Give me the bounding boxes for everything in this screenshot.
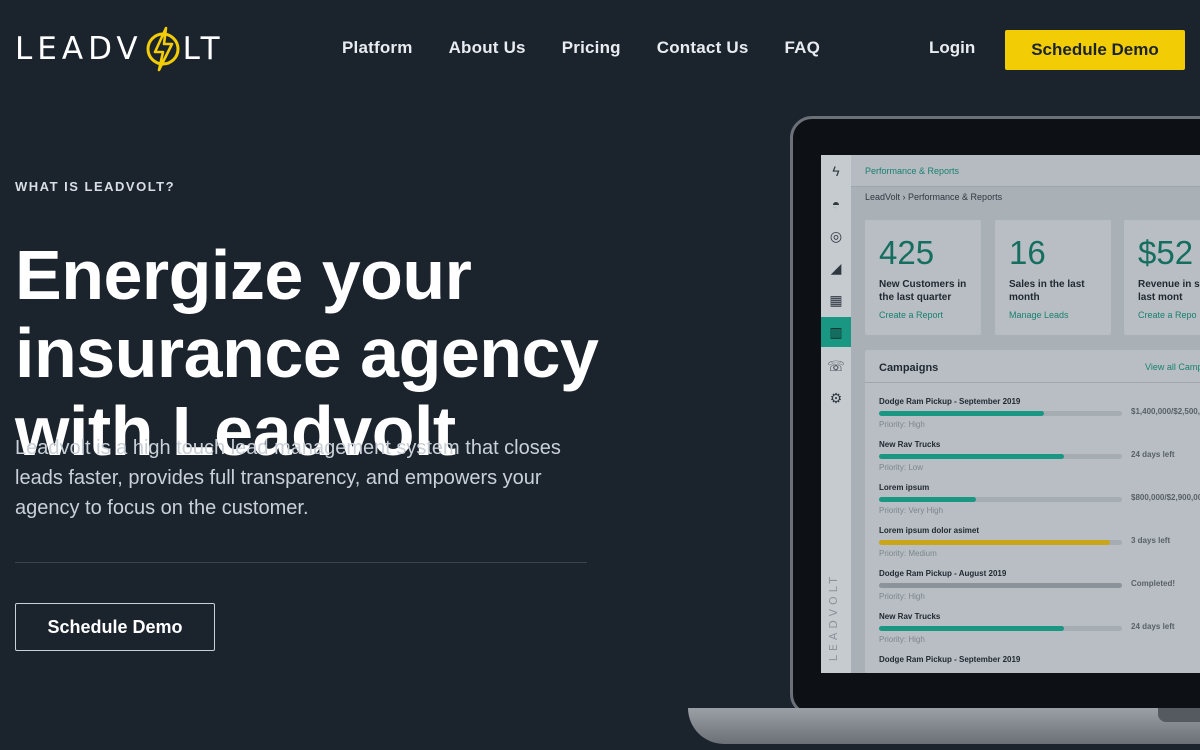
- campaign-priority: Priority: High: [879, 635, 925, 644]
- campaign-progress-fill: [879, 583, 1122, 588]
- gauge-icon: ◓: [831, 196, 841, 212]
- logo-text-left: LEADV: [15, 31, 143, 67]
- campaign-progress-track: [879, 411, 1122, 416]
- stat-card: $52 Revenue in sa the last mont Create a…: [1124, 220, 1200, 335]
- nav-link-pricing[interactable]: Pricing: [562, 38, 621, 58]
- campaign-row: Dodge Ram Pickup - September 2019: [879, 655, 1200, 673]
- dashboard-top-title: Performance & Reports: [865, 166, 960, 176]
- campaign-name: New Rav Trucks: [879, 440, 941, 449]
- hero-schedule-demo-button[interactable]: Schedule Demo: [15, 603, 215, 651]
- stat-label: New Customers in the last quarter: [879, 279, 967, 303]
- login-link[interactable]: Login: [929, 38, 975, 58]
- stat-value: 425: [879, 234, 935, 271]
- campaign-name: Dodge Ram Pickup - August 2019: [879, 569, 1007, 578]
- nav-link-faq[interactable]: FAQ: [784, 38, 820, 58]
- campaign-progress-fill: [879, 411, 1045, 416]
- campaign-progress-fill: [879, 497, 977, 502]
- campaign-name: New Rav Trucks: [879, 612, 941, 621]
- campaigns-divider: [865, 382, 1200, 383]
- campaign-priority: Priority: High: [879, 420, 925, 429]
- campaign-status: $800,000/$2,900,00: [1131, 493, 1200, 502]
- bolt-icon: ϟ: [832, 163, 840, 179]
- stat-value: $52: [1138, 234, 1194, 271]
- radar-icon: ◎: [829, 228, 843, 244]
- laptop-notch: [1158, 708, 1200, 722]
- campaign-progress-fill: [879, 540, 1110, 545]
- nav-link-contact-us[interactable]: Contact Us: [657, 38, 749, 58]
- campaign-name: Dodge Ram Pickup - September 2019: [879, 655, 1021, 664]
- campaign-progress-track: [879, 540, 1122, 545]
- campaign-progress-track: [879, 497, 1122, 502]
- megaphone-icon: ◢: [830, 260, 842, 276]
- campaign-status: $1,400,000/$2,500,00: [1131, 407, 1200, 416]
- campaigns-panel: Campaigns View all Camp Dodge Ram Pickup…: [865, 350, 1200, 673]
- campaign-status: 24 days left: [1131, 622, 1175, 631]
- campaign-progress-fill: [879, 454, 1064, 459]
- campaign-status: Completed!: [1131, 579, 1175, 588]
- campaign-priority: Priority: Very High: [879, 506, 944, 515]
- sidebar-brand: LEADVOLT: [827, 573, 840, 662]
- top-nav: LEADV LT Platform About Us Pricing Conta…: [0, 0, 1200, 100]
- campaign-row: Lorem ipsum Priority: Very High $800,000/$…: [879, 483, 1200, 526]
- dashboard-screenshot: ϟ ◓ ◎ ◢ ▦ ▥ ☏ ⚙ LEADVOLT Performance & R…: [821, 155, 1200, 673]
- campaign-name: Dodge Ram Pickup - September 2019: [879, 397, 1021, 406]
- campaign-row: New Rav Trucks Priority: High 24 days left: [879, 612, 1200, 655]
- nav-link-platform[interactable]: Platform: [342, 38, 413, 58]
- gears-icon: ⚙: [829, 390, 843, 406]
- campaign-priority: Priority: Medium: [879, 549, 937, 558]
- stat-label: Revenue in sa the last mont: [1138, 279, 1200, 303]
- campaign-priority: Priority: Low: [879, 463, 924, 472]
- campaign-progress-track: [879, 626, 1122, 631]
- stat-link: Manage Leads: [1009, 310, 1069, 320]
- phone-icon: ☏: [827, 358, 845, 374]
- hero-description: Leadvolt is a high touch lead management…: [15, 437, 561, 519]
- hero-eyebrow: WHAT IS LEADVOLT?: [15, 179, 176, 194]
- nav-schedule-demo-button[interactable]: Schedule Demo: [1005, 30, 1185, 70]
- stat-card: 425 New Customers in the last quarter Cr…: [865, 220, 981, 335]
- stat-value: 16: [1009, 234, 1046, 271]
- campaign-name: Lorem ipsum: [879, 483, 930, 492]
- campaign-status: 24 days left: [1131, 450, 1175, 459]
- campaign-progress-track: [879, 583, 1122, 588]
- hero-divider: [15, 562, 587, 563]
- campaign-name: Lorem ipsum dolor asimet: [879, 526, 980, 535]
- campaigns-title: Campaigns: [879, 362, 939, 374]
- stat-link: Create a Report: [879, 310, 944, 320]
- view-all-campaigns-link: View all Camp: [1145, 362, 1200, 372]
- campaign-priority: Priority: High: [879, 592, 925, 601]
- campaign-row: Dodge Ram Pickup - August 2019 Priority: …: [879, 569, 1200, 612]
- nav-links: Platform About Us Pricing Contact Us FAQ: [342, 38, 856, 58]
- stat-link: Create a Repo: [1138, 310, 1197, 320]
- chart-icon: ▥: [821, 317, 851, 347]
- campaign-row: New Rav Trucks Priority: Low 24 days left: [879, 440, 1200, 483]
- calendar-icon: ▦: [829, 292, 843, 308]
- leadvolt-logo[interactable]: LEADV LT: [15, 26, 225, 72]
- dashboard-sidebar: ϟ ◓ ◎ ◢ ▦ ▥ ☏ ⚙ LEADVOLT: [821, 155, 851, 673]
- laptop-base: [688, 708, 1200, 744]
- bolt-logo-icon: [146, 26, 180, 72]
- campaign-progress-track: [879, 454, 1122, 459]
- campaign-row: Dodge Ram Pickup - September 2019 Priorit…: [879, 397, 1200, 440]
- campaign-row: Lorem ipsum dolor asimet Priority: Medium…: [879, 526, 1200, 569]
- dashboard-breadcrumb: LeadVolt › Performance & Reports: [865, 192, 1003, 202]
- nav-link-about-us[interactable]: About Us: [449, 38, 526, 58]
- logo-text-right: LT: [182, 31, 225, 67]
- campaign-status: 3 days left: [1131, 536, 1171, 545]
- stat-label: Sales in the last month: [1009, 279, 1085, 303]
- stat-card: 16 Sales in the last month Manage Leads: [995, 220, 1111, 335]
- campaign-progress-fill: [879, 626, 1064, 631]
